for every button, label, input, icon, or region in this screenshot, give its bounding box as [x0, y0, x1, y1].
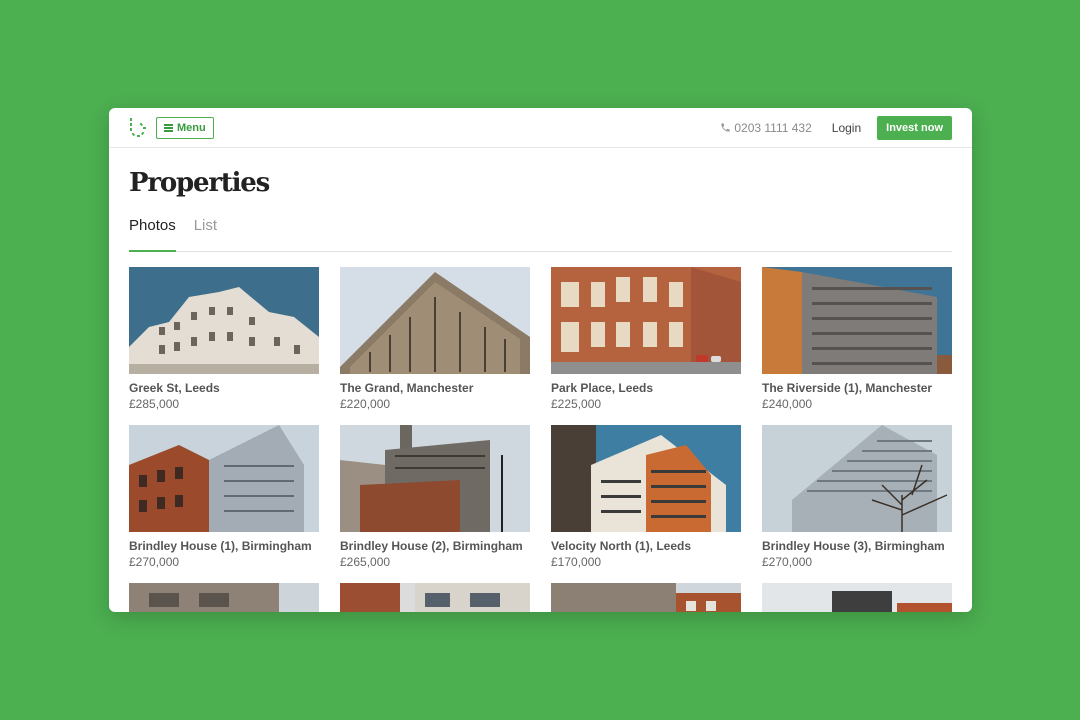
property-card[interactable]: Brindley House (1), Birmingham £270,000: [129, 425, 319, 569]
invest-now-button[interactable]: Invest now: [877, 115, 952, 140]
property-card[interactable]: Brindley House (3), Birmingham £270,000: [762, 425, 952, 569]
property-price: £170,000: [551, 555, 602, 569]
property-price: £270,000: [129, 555, 180, 569]
property-price: £225,000: [551, 397, 602, 411]
property-card[interactable]: The Riverside (1), Manchester £240,000: [762, 267, 952, 411]
property-price: £265,000: [340, 555, 391, 569]
property-name[interactable]: Velocity North (1), Leeds: [551, 539, 741, 553]
property-price: £285,000: [129, 397, 180, 411]
property-name[interactable]: The Grand, Manchester: [340, 381, 530, 395]
property-card[interactable]: Velocity North (1), Leeds £170,000: [551, 425, 741, 569]
property-price: £240,000: [762, 397, 813, 411]
phone-number[interactable]: 0203 1111 432: [720, 120, 812, 135]
property-photo[interactable]: [551, 583, 741, 612]
property-photo[interactable]: [762, 425, 952, 532]
menu-label: Menu: [177, 121, 206, 134]
tab-photos[interactable]: Photos: [129, 215, 176, 252]
property-name[interactable]: Park Place, Leeds: [551, 381, 741, 395]
phone-text: 0203 1111 432: [734, 120, 812, 135]
property-card[interactable]: [340, 583, 530, 612]
page-title: Properties: [129, 168, 270, 198]
property-photo[interactable]: [762, 583, 952, 612]
property-grid: Greek St, Leeds £285,000 The Grand, Manc…: [129, 267, 952, 612]
property-photo[interactable]: [340, 267, 530, 374]
browser-window: Menu 0203 1111 432 Login Invest now Prop…: [109, 108, 972, 612]
property-price: £220,000: [340, 397, 391, 411]
property-name[interactable]: Greek St, Leeds: [129, 381, 319, 395]
view-tabs: Photos List: [129, 215, 952, 252]
property-name[interactable]: Brindley House (1), Birmingham: [129, 539, 319, 553]
property-photo[interactable]: [551, 425, 741, 532]
property-card[interactable]: [129, 583, 319, 612]
property-card[interactable]: Park Place, Leeds £225,000: [551, 267, 741, 411]
main-content: Properties Photos List Greek St, Leeds £…: [109, 148, 972, 612]
menu-button[interactable]: Menu: [156, 116, 214, 139]
property-photo[interactable]: [551, 267, 741, 374]
property-card[interactable]: The Grand, Manchester £220,000: [340, 267, 530, 411]
brand-logo-icon[interactable]: [129, 117, 147, 139]
property-card[interactable]: Greek St, Leeds £285,000: [129, 267, 319, 411]
property-card[interactable]: [762, 583, 952, 612]
property-photo[interactable]: [129, 425, 319, 532]
hamburger-icon: [164, 123, 173, 132]
property-photo[interactable]: [340, 425, 530, 532]
property-price: £270,000: [762, 555, 813, 569]
property-photo[interactable]: [129, 267, 319, 374]
property-photo[interactable]: [762, 267, 952, 374]
property-photo[interactable]: [129, 583, 319, 612]
property-photo[interactable]: [340, 583, 530, 612]
property-name[interactable]: Brindley House (3), Birmingham: [762, 539, 952, 553]
phone-icon: [721, 123, 730, 132]
property-card[interactable]: Brindley House (2), Birmingham £265,000: [340, 425, 530, 569]
login-link[interactable]: Login: [832, 121, 861, 135]
property-name[interactable]: The Riverside (1), Manchester: [762, 381, 952, 395]
tab-list[interactable]: List: [194, 215, 217, 251]
property-name[interactable]: Brindley House (2), Birmingham: [340, 539, 530, 553]
property-card[interactable]: [551, 583, 741, 612]
top-nav: Menu 0203 1111 432 Login Invest now: [109, 108, 972, 148]
